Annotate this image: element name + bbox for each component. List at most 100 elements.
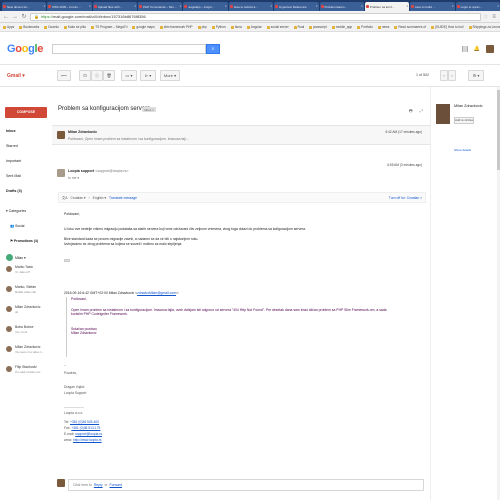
forward-link[interactable]: Forward — [110, 483, 122, 487]
bookmark-item[interactable]: slim framework PHP — [159, 25, 193, 29]
forward-icon[interactable]: → — [12, 14, 18, 20]
browser-tab[interactable]: Upload files with… × — [92, 2, 138, 11]
browser-tab[interactable]: How to submit a… × — [228, 2, 274, 11]
bookmark-item[interactable]: Read summaries of — [394, 25, 426, 29]
settings-button[interactable]: ⚙ ▾ — [468, 70, 484, 81]
bookmark-item[interactable]: google maps — [132, 25, 155, 29]
back-to-inbox-button[interactable]: ⟵ — [57, 70, 71, 81]
gmail-menu[interactable]: Gmail ▾ — [7, 73, 25, 79]
google-logo[interactable]: Google — [7, 43, 43, 55]
bookmark-item[interactable]: php — [197, 25, 207, 29]
inbox-label-badge[interactable]: Inbox × — [142, 107, 156, 112]
open-recipient[interactable]: to me ▾ — [68, 176, 79, 180]
bookmark-item[interactable]: TS Program – MegaTri — [91, 25, 127, 29]
close-tab-icon[interactable]: × — [361, 4, 363, 8]
tel-link[interactable]: +381 (0)38 525-400 — [70, 420, 99, 424]
browser-tab[interactable]: RSS 2009 – Forum… × — [47, 2, 92, 11]
back-icon[interactable]: ← — [3, 14, 9, 20]
sidebar-item-inbox[interactable]: Inbox — [0, 129, 52, 133]
browser-tab[interactable]: New drivers for… × — [2, 2, 47, 11]
hangouts-contact[interactable]: Milan Zdravkovic ok — [6, 303, 50, 321]
spam-button[interactable]: ⓘ — [91, 70, 103, 81]
menu-icon[interactable]: ≡ — [491, 14, 497, 20]
print-and-expand-icons[interactable]: 🖶 ⤢ — [409, 108, 426, 115]
more-button[interactable]: More ▾ — [160, 70, 180, 81]
prev-page-button[interactable]: ‹ — [440, 70, 448, 81]
sidebar-item-social[interactable]: 👥 Social — [0, 224, 52, 228]
close-tab-icon[interactable]: × — [225, 4, 227, 8]
compose-button[interactable]: COMPOSE — [5, 107, 47, 118]
email-link[interactable]: support@loopia.rs — [75, 432, 102, 436]
close-tab-icon[interactable]: × — [316, 4, 318, 8]
translate-message-link[interactable]: Translate message — [109, 196, 137, 200]
close-tab-icon[interactable]: × — [452, 4, 454, 8]
show-trimmed-content-button[interactable] — [64, 259, 70, 262]
bookmark-item[interactable]: Python — [211, 25, 226, 29]
move-to-button[interactable]: ▭ ▾ — [121, 70, 137, 81]
bookmark-item[interactable]: Rual — [293, 25, 304, 29]
target-language-select[interactable]: English ▾ — [93, 196, 106, 200]
delete-button[interactable]: 🗑 — [103, 70, 115, 81]
close-tab-icon[interactable]: × — [89, 4, 91, 8]
quote-sender-email-link[interactable]: zdravkoMilan@gmail.com — [137, 291, 176, 295]
browser-tab[interactable]: PHP Commands – Sim… × — [138, 2, 183, 11]
collapsed-message[interactable]: Milan Zdravkovic Poštovani, Open Imam pr… — [52, 125, 430, 145]
sidebar-item-sent[interactable]: Sent Mail — [0, 174, 52, 178]
apps-grid-icon[interactable] — [461, 46, 468, 52]
search-input[interactable] — [52, 44, 206, 54]
close-tab-icon[interactable]: × — [134, 4, 136, 8]
close-tab-icon[interactable]: × — [270, 4, 272, 8]
bookmark-item[interactable]: Downlo — [44, 25, 59, 29]
turn-off-translate-link[interactable]: Turn off for: Croatian × — [389, 196, 422, 200]
account-avatar[interactable] — [486, 45, 494, 53]
bookmark-item[interactable]: Apps — [3, 25, 14, 29]
url-input[interactable]: 🔒 https://mail.google.com/mail/u/0/#inbo… — [30, 12, 481, 21]
source-language-select[interactable]: Croatian ▾ — [71, 196, 86, 200]
bookmark-item[interactable]: Portfolio — [357, 25, 373, 29]
hangouts-user[interactable]: Milan ▾ — [6, 254, 48, 261]
fax-link[interactable]: +381 (0)38 513-175 — [71, 426, 100, 430]
bookmark-item[interactable]: news — [377, 25, 389, 29]
browser-tab[interactable]: angularjs – Angul… × — [183, 2, 228, 11]
sidebar-item-promotions[interactable]: ⚑ Promotions (4) — [0, 239, 52, 243]
browser-tab[interactable]: Hypertext Reference × — [274, 2, 319, 11]
reload-icon[interactable]: ↻ — [21, 13, 27, 20]
close-tab-icon[interactable]: × — [44, 4, 46, 8]
bookmark-star-icon[interactable]: ☆ — [484, 14, 488, 20]
sidebar-categories-toggle[interactable]: ▾ Categories — [0, 209, 52, 213]
sidebar-item-drafts[interactable]: Drafts (3) — [0, 189, 52, 193]
bookmark-item[interactable]: javascript — [309, 25, 327, 29]
search-button[interactable]: ⌕ — [206, 44, 220, 54]
hangouts-contact[interactable]: Milan Zdravkovic You were in a video c… — [6, 343, 50, 361]
bookmark-item[interactable]: tiona — [230, 25, 242, 29]
bookmark-item[interactable]: mobile_app — [331, 25, 352, 29]
bookmark-item[interactable]: social server — [266, 25, 289, 29]
archive-button[interactable]: ⊡ — [79, 70, 91, 81]
labels-button[interactable]: ⊳ ▾ — [140, 70, 156, 81]
sidebar-item-starred[interactable]: Starred — [0, 144, 52, 148]
browser-tab[interactable]: Login to uprav… × — [455, 2, 500, 11]
browser-tab[interactable]: Problem sa konf… × — [364, 2, 410, 11]
browser-tab[interactable]: How to build … × — [410, 2, 455, 11]
www-link[interactable]: http://www.loopia.rs — [73, 438, 102, 442]
hangouts-contact[interactable]: Marko, Stefan Mobile video call — [6, 283, 50, 301]
bookmark-item[interactable]: Bookmarks — [19, 25, 39, 29]
close-tab-icon[interactable]: × — [180, 4, 182, 8]
show-details-link[interactable]: Show details — [454, 148, 471, 152]
hangouts-contact[interactable]: Marko Tasic Yo, kako si? — [6, 263, 50, 281]
next-page-button[interactable]: › — [448, 70, 456, 81]
reply-box[interactable]: Click here to Reply or Forward — [68, 479, 424, 491]
notifications-icon[interactable]: 🔔 — [474, 46, 480, 52]
reply-link[interactable]: Reply — [94, 483, 103, 487]
hangouts-contact[interactable]: Boba Bobce You: Cool — [6, 323, 50, 341]
sidebar-item-important[interactable]: Important — [0, 159, 52, 163]
bookmark-item[interactable]: [GUIDE] How to buil — [430, 25, 464, 29]
close-tab-icon[interactable]: × — [497, 4, 499, 8]
add-to-circles-button[interactable]: Add to circles — [454, 117, 474, 124]
bookmark-item[interactable]: Shippings za Leone — [468, 25, 500, 29]
hangouts-contact[interactable]: Filip Stanković Ću odeš ti kolko ono — [6, 363, 50, 381]
bookmark-item[interactable]: Kako se pišu — [63, 25, 86, 29]
bookmark-item[interactable]: Angular — [246, 25, 262, 29]
close-tab-icon[interactable]: × — [406, 4, 408, 8]
browser-tab[interactable]: Problem Eaton… × — [319, 2, 364, 11]
